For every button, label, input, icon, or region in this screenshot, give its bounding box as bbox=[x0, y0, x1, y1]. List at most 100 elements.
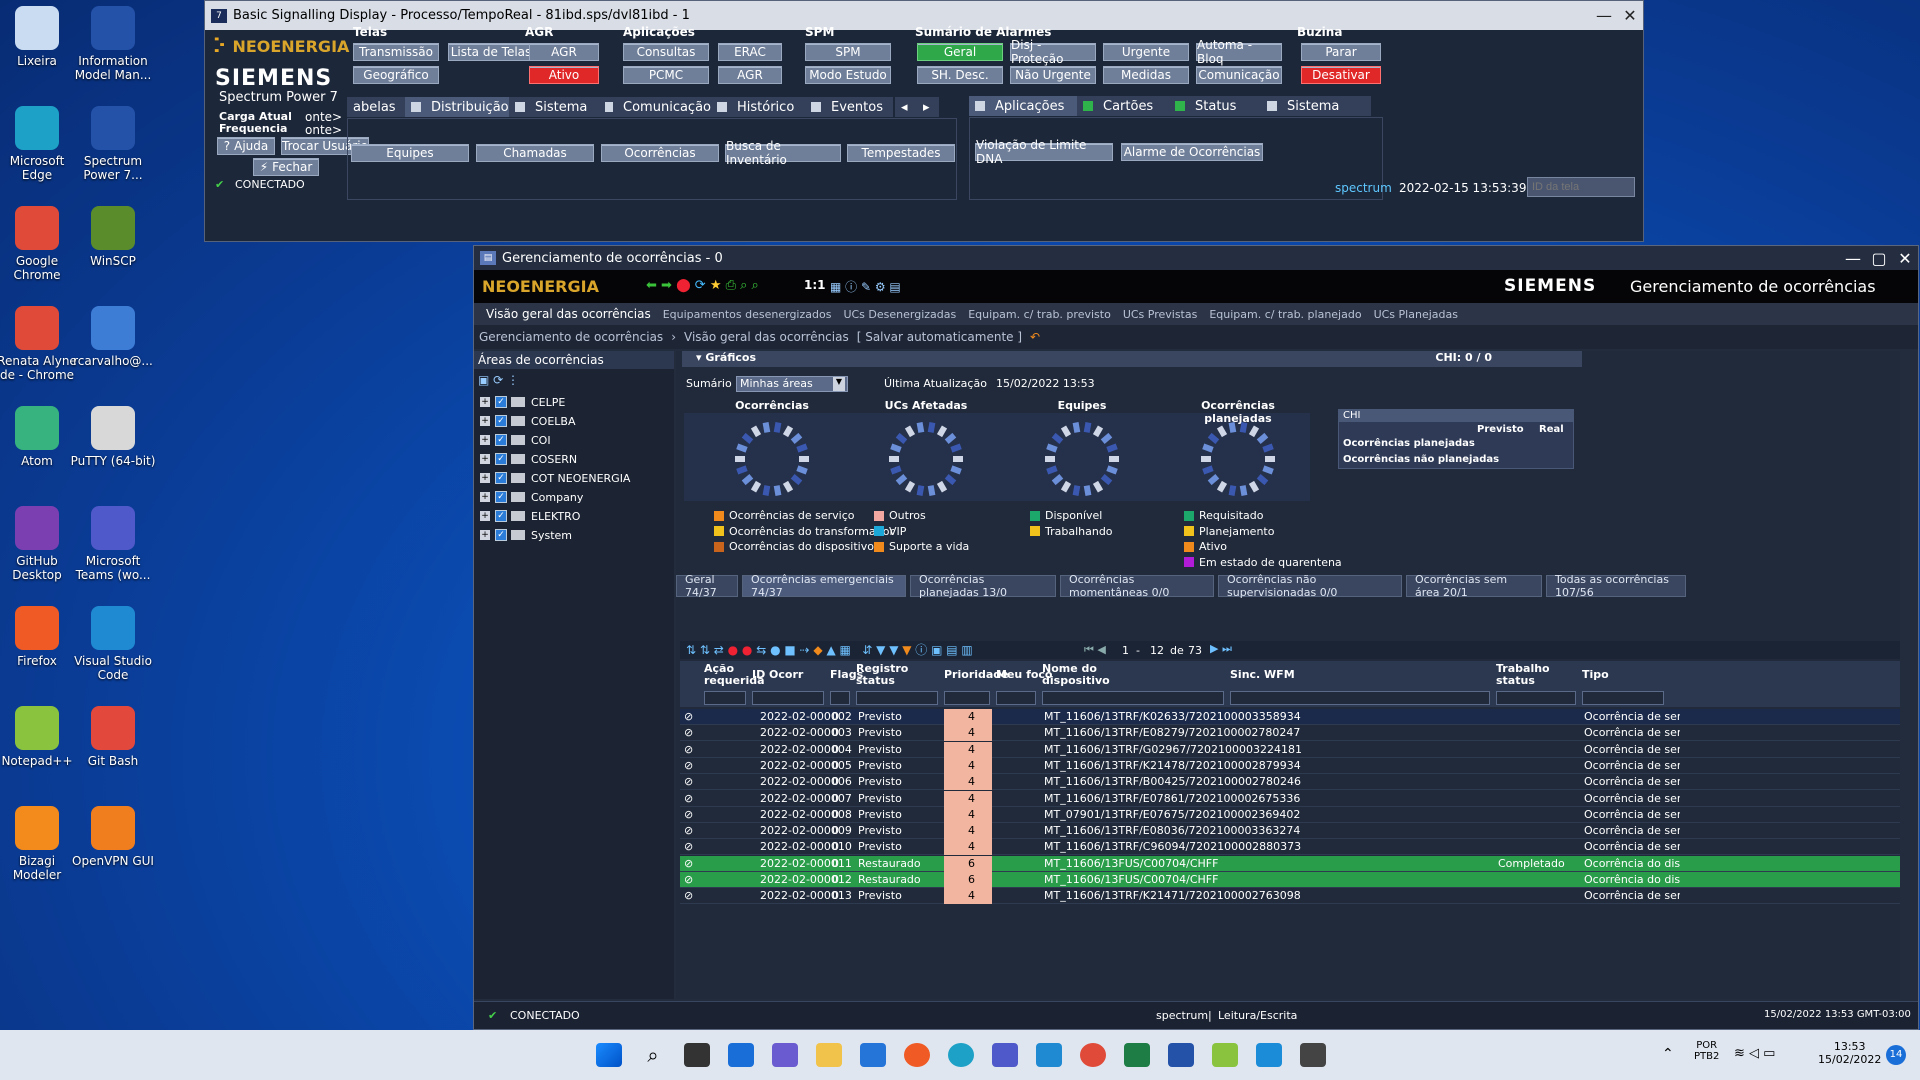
comunicacao-button[interactable]: Comunicação bbox=[1196, 66, 1282, 84]
tab-status[interactable]: Status bbox=[1169, 96, 1261, 116]
desktop-icon[interactable]: Spectrum Power 7... bbox=[70, 106, 156, 182]
column-header[interactable]: Trabalho status bbox=[1496, 663, 1586, 687]
close-icon[interactable]: ✕ bbox=[1617, 6, 1643, 25]
firefox-icon[interactable] bbox=[904, 1043, 930, 1067]
expand-icon[interactable]: + bbox=[480, 397, 490, 407]
expand-icon[interactable]: + bbox=[480, 511, 490, 521]
consultas-button[interactable]: Consultas bbox=[623, 43, 709, 61]
occurrence-tab[interactable]: Ocorrências não supervisionadas 0/0 bbox=[1218, 573, 1402, 599]
occurrence-tab[interactable]: Ocorrências sem área 20/1 bbox=[1406, 573, 1542, 599]
tab-distribuicao[interactable]: Distribuição bbox=[405, 97, 509, 117]
nav-equip-previsto[interactable]: Equipam. c/ trab. previsto bbox=[968, 308, 1111, 321]
spm-button[interactable]: SPM bbox=[805, 43, 891, 61]
desktop-icon[interactable]: Visual Studio Code bbox=[70, 606, 156, 682]
checkbox[interactable]: ✓ bbox=[495, 510, 507, 522]
nav-equip-planejado[interactable]: Equipam. c/ trab. planejado bbox=[1209, 308, 1361, 321]
geral-button[interactable]: Geral bbox=[917, 43, 1003, 61]
areas-toolbar-icons[interactable]: ▣ ⟳ ⋮ bbox=[478, 373, 519, 387]
chevron-up-icon[interactable]: ⌃ bbox=[1662, 1046, 1674, 1062]
action-icon[interactable]: ⊘ bbox=[684, 824, 693, 837]
id-tela-input[interactable] bbox=[1527, 177, 1635, 197]
tab-eventos[interactable]: Eventos bbox=[805, 97, 893, 117]
tab-next-icon[interactable]: ▸ bbox=[917, 97, 939, 117]
column-filter[interactable] bbox=[1582, 691, 1664, 705]
crumb-gerenciamento[interactable]: Gerenciamento de ocorrências bbox=[479, 330, 663, 344]
busca-inventario-button[interactable]: Busca de Inventário bbox=[725, 139, 841, 167]
tree-item[interactable]: + ✓ COT NEOENERGIA bbox=[480, 469, 630, 487]
spectrum-icon[interactable] bbox=[1300, 1043, 1326, 1067]
notes-icon[interactable] bbox=[1168, 1043, 1194, 1067]
table-row[interactable]: ⊘ 2022-02-000004 0 Previsto 4 MT_11606/13TRF/… bbox=[680, 741, 1900, 758]
desktop-icon[interactable]: Google Chrome bbox=[0, 206, 80, 282]
parar-button[interactable]: Parar bbox=[1301, 43, 1381, 61]
expand-icon[interactable]: + bbox=[480, 416, 490, 426]
graficos-header[interactable]: ▾ Gráficos CHI: 0 / 0 bbox=[682, 351, 1582, 367]
nav-equip-desenerg[interactable]: Equipamentos desenergizados bbox=[663, 308, 832, 321]
tab-sistema-right[interactable]: Sistema bbox=[1261, 96, 1371, 116]
erac-button[interactable]: ERAC bbox=[718, 43, 782, 61]
ocorrencias-button[interactable]: Ocorrências bbox=[601, 144, 719, 162]
pcmc-button[interactable]: PCMC bbox=[623, 66, 709, 84]
alarme-ocorrencias-button[interactable]: Alarme de Ocorrências bbox=[1121, 143, 1263, 161]
desktop-icon[interactable]: Microsoft Teams (wo... bbox=[70, 506, 156, 582]
tree-item[interactable]: + ✓ COI bbox=[480, 431, 551, 449]
agr-aplic-button[interactable]: AGR bbox=[718, 66, 782, 84]
checkbox[interactable]: ✓ bbox=[495, 529, 507, 541]
desktop-icon[interactable]: Renata Alyne de - Chrome bbox=[0, 306, 80, 382]
expand-icon[interactable]: + bbox=[480, 492, 490, 502]
pager-first-icon[interactable]: ⏮ ◀ bbox=[1084, 643, 1106, 657]
table-row[interactable]: ⊘ 2022-02-000011 0 Restaurado 6 MT_11606/13FU… bbox=[680, 855, 1900, 872]
checkbox[interactable]: ✓ bbox=[495, 453, 507, 465]
column-header[interactable]: Registro status bbox=[856, 663, 946, 687]
tab-sistema[interactable]: Sistema bbox=[509, 97, 599, 117]
tree-item[interactable]: + ✓ COELBA bbox=[480, 412, 576, 430]
table-row[interactable]: ⊘ 2022-02-000002 0 Previsto 4 MT_11606/13TRF/… bbox=[680, 709, 1900, 725]
notification-badge[interactable]: 14 bbox=[1886, 1045, 1906, 1065]
ajuda-button[interactable]: ? Ajuda bbox=[217, 137, 275, 155]
desktop-icon[interactable]: PuTTY (64-bit) bbox=[70, 406, 156, 468]
action-icon[interactable]: ⊘ bbox=[684, 840, 693, 853]
maximize-icon[interactable]: ▢ bbox=[1866, 249, 1892, 268]
table-row[interactable]: ⊘ 2022-02-000005 0 Previsto 4 MT_11606/13TRF/… bbox=[680, 757, 1900, 774]
minimize-icon[interactable]: — bbox=[1840, 249, 1866, 268]
checkbox[interactable]: ✓ bbox=[495, 472, 507, 484]
disj-protecao-button[interactable]: Disj - Proteção bbox=[1010, 38, 1096, 66]
expand-icon[interactable]: + bbox=[480, 435, 490, 445]
table-row[interactable]: ⊘ 2022-02-000012 0 Restaurado 6 MT_11606/13FU… bbox=[680, 872, 1900, 888]
zoom-label[interactable]: 1:1 bbox=[804, 278, 826, 292]
tab-cartoes[interactable]: Cartões bbox=[1077, 96, 1169, 116]
close-icon[interactable]: ✕ bbox=[1892, 249, 1918, 268]
desktop-icon[interactable]: WinSCP bbox=[70, 206, 156, 268]
automa-bloq-button[interactable]: Automa - Bloq bbox=[1196, 38, 1282, 66]
wifi-icon[interactable]: ≋ ◁ ▭ bbox=[1734, 1046, 1775, 1061]
app-icon[interactable] bbox=[860, 1043, 886, 1067]
tab-aplicacoes[interactable]: Aplicações bbox=[969, 96, 1077, 116]
occurrence-tab[interactable]: Ocorrências emergenciais 74/37 bbox=[742, 573, 906, 599]
language-indicator[interactable]: POR PTB2 bbox=[1694, 1040, 1719, 1062]
remote-icon[interactable] bbox=[1256, 1043, 1282, 1067]
column-filter[interactable] bbox=[830, 691, 850, 705]
nav-visao-geral[interactable]: Visão geral das ocorrências bbox=[486, 307, 651, 321]
column-header[interactable]: Nome do dispositivo bbox=[1042, 663, 1132, 687]
column-filter[interactable] bbox=[944, 691, 990, 705]
sumario-select[interactable]: Minhas áreas ▼ bbox=[736, 376, 848, 392]
tree-item[interactable]: + ✓ Company bbox=[480, 488, 583, 506]
nav-ucs-desenerg[interactable]: UCs Desenergizadas bbox=[843, 308, 956, 321]
desktop-icon[interactable]: Information Model Man... bbox=[70, 6, 156, 82]
minimize-icon[interactable]: — bbox=[1591, 6, 1617, 25]
desktop-icon[interactable]: Git Bash bbox=[70, 706, 156, 768]
sh-desc-button[interactable]: SH. Desc. bbox=[917, 66, 1003, 84]
toolbar-icons-2[interactable]: ▦ ⓘ ✎ ⚙ ▤ bbox=[830, 278, 901, 295]
column-filter[interactable] bbox=[1496, 691, 1576, 705]
table-row[interactable]: ⊘ 2022-02-000007 0 Previsto 4 MT_11606/13TRF/… bbox=[680, 790, 1900, 807]
expand-icon[interactable]: + bbox=[480, 473, 490, 483]
start-icon[interactable] bbox=[596, 1043, 622, 1067]
desativar-button[interactable]: Desativar bbox=[1301, 66, 1381, 84]
column-header[interactable]: Sinc. WFM bbox=[1230, 669, 1320, 681]
action-icon[interactable]: ⊘ bbox=[684, 792, 693, 805]
desktop-icon[interactable]: Bizagi Modeler bbox=[0, 806, 80, 882]
desktop-icon[interactable]: Lixeira bbox=[0, 6, 80, 68]
table-row[interactable]: ⊘ 2022-02-000010 0 Previsto 4 MT_11606/13TRF/… bbox=[680, 839, 1900, 856]
grid-toolbar[interactable]: ⇅ ⇅ ⇄ ● ● ⇆ ● ■ ⇢ ◆ ▲ ▦ ⇵ ▼ ▼ ▼ ⓘ ▣ ▤ ▥ bbox=[680, 641, 1900, 659]
pager-next-icon[interactable]: ▶ ⏭ bbox=[1210, 642, 1232, 656]
